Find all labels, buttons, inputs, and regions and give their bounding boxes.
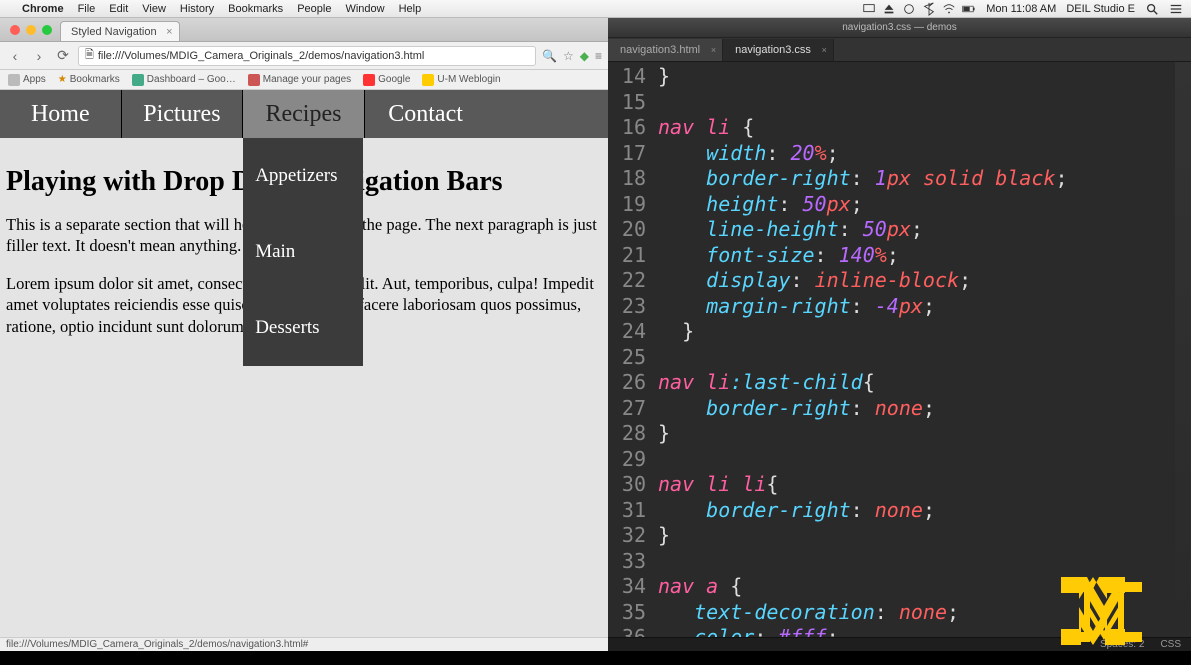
menu-user[interactable]: DEIL Studio E <box>1066 3 1135 15</box>
wifi-icon <box>942 2 956 16</box>
menu-people[interactable]: People <box>297 3 331 15</box>
chrome-window: Styled Navigation × ‹ › ⟳ 🗎 file:///Volu… <box>0 18 608 651</box>
dropdown-main[interactable]: Main <box>243 214 363 290</box>
editor-window-title: navigation3.css — demos <box>608 18 1191 38</box>
site-icon <box>422 74 434 86</box>
page-viewport[interactable]: Home Pictures Recipes Appetizers Main De… <box>0 90 608 637</box>
menu-clock[interactable]: Mon 11:08 AM <box>986 3 1056 15</box>
extension-icon[interactable]: ◆ <box>580 49 589 63</box>
star-icon[interactable]: ☆ <box>563 49 574 63</box>
menu-app-name[interactable]: Chrome <box>22 3 64 15</box>
close-icon[interactable]: × <box>166 26 172 38</box>
status-url: file:///Volumes/MDIG_Camera_Originals_2/… <box>6 639 308 650</box>
address-url: file:///Volumes/MDIG_Camera_Originals_2/… <box>98 50 424 62</box>
sync-icon <box>902 2 916 16</box>
mac-menu-bar: Chrome File Edit View History Bookmarks … <box>0 0 1191 18</box>
dropdown-desserts[interactable]: Desserts <box>243 290 363 366</box>
code-content[interactable]: } nav li { width: 20%; border-right: 1px… <box>654 62 1191 637</box>
menu-list-icon[interactable] <box>1169 2 1183 16</box>
bookmark-google[interactable]: Google <box>363 74 410 86</box>
bookmark-dashboard[interactable]: Dashboard – Goo… <box>132 74 236 86</box>
chrome-status-bar: file:///Volumes/MDIG_Camera_Originals_2/… <box>0 637 608 651</box>
eject-icon <box>882 2 896 16</box>
battery-icon <box>962 2 976 16</box>
bookmark-apps[interactable]: Apps <box>8 74 46 86</box>
search-icon[interactable]: 🔍 <box>542 49 557 63</box>
window-close-icon[interactable] <box>10 25 20 35</box>
dropdown-appetizers[interactable]: Appetizers <box>243 138 363 214</box>
browser-tab[interactable]: Styled Navigation × <box>60 21 180 41</box>
bookmarks-bar: Apps ★Bookmarks Dashboard – Goo… Manage … <box>0 70 608 90</box>
window-minimize-icon[interactable] <box>26 25 36 35</box>
status-lang[interactable]: CSS <box>1160 639 1181 650</box>
star-icon: ★ <box>58 74 67 85</box>
menu-bookmarks[interactable]: Bookmarks <box>228 3 283 15</box>
menu-history[interactable]: History <box>180 3 214 15</box>
reload-button[interactable]: ⟳ <box>54 47 72 65</box>
close-icon[interactable]: × <box>711 45 716 55</box>
close-icon[interactable]: × <box>822 45 827 55</box>
status-icons <box>862 2 976 16</box>
editor-tab-css[interactable]: navigation3.css × <box>723 39 834 61</box>
editor-window: navigation3.css — demos navigation3.html… <box>608 18 1191 651</box>
site-icon <box>363 74 375 86</box>
code-editor[interactable]: 14 15 16 17 18 19 20 21 22 23 24 25 26 2… <box>608 62 1191 637</box>
chrome-toolbar: ‹ › ⟳ 🗎 file:///Volumes/MDIG_Camera_Orig… <box>0 42 608 70</box>
back-button[interactable]: ‹ <box>6 47 24 65</box>
spotlight-icon[interactable] <box>1145 2 1159 16</box>
chrome-menu-icon[interactable]: ≡ <box>595 49 602 63</box>
bookmark-bookmarks[interactable]: ★Bookmarks <box>58 74 120 85</box>
nav-recipes[interactable]: Recipes Appetizers Main Desserts <box>243 90 365 138</box>
menu-edit[interactable]: Edit <box>109 3 128 15</box>
nav-pictures[interactable]: Pictures <box>122 90 244 138</box>
screenshare-icon <box>862 2 876 16</box>
menu-window[interactable]: Window <box>345 3 384 15</box>
video-bottom-bar <box>0 651 1191 665</box>
address-bar[interactable]: 🗎 file:///Volumes/MDIG_Camera_Originals_… <box>78 46 536 66</box>
menu-view[interactable]: View <box>142 3 166 15</box>
line-gutter: 14 15 16 17 18 19 20 21 22 23 24 25 26 2… <box>608 62 654 637</box>
forward-button[interactable]: › <box>30 47 48 65</box>
chrome-tabstrip: Styled Navigation × <box>0 18 608 42</box>
michigan-logo-icon <box>1061 577 1161 645</box>
minimap[interactable] <box>1175 62 1191 637</box>
window-zoom-icon[interactable] <box>42 25 52 35</box>
bluetooth-icon <box>922 2 936 16</box>
menu-file[interactable]: File <box>78 3 96 15</box>
file-icon: 🗎 <box>85 46 94 65</box>
editor-tab-html[interactable]: navigation3.html × <box>608 39 723 61</box>
browser-tab-title: Styled Navigation <box>71 26 157 38</box>
bookmark-weblogin[interactable]: U-M Weblogin <box>422 74 500 86</box>
site-icon <box>132 74 144 86</box>
bookmark-manage[interactable]: Manage your pages <box>248 74 351 86</box>
site-icon <box>248 74 260 86</box>
apps-icon <box>8 74 20 86</box>
nav-home[interactable]: Home <box>0 90 122 138</box>
nav-dropdown: Appetizers Main Desserts <box>243 138 363 366</box>
editor-tabstrip: navigation3.html × navigation3.css × <box>608 38 1191 62</box>
page-nav: Home Pictures Recipes Appetizers Main De… <box>0 90 608 138</box>
nav-contact[interactable]: Contact <box>365 90 487 138</box>
menu-help[interactable]: Help <box>399 3 422 15</box>
